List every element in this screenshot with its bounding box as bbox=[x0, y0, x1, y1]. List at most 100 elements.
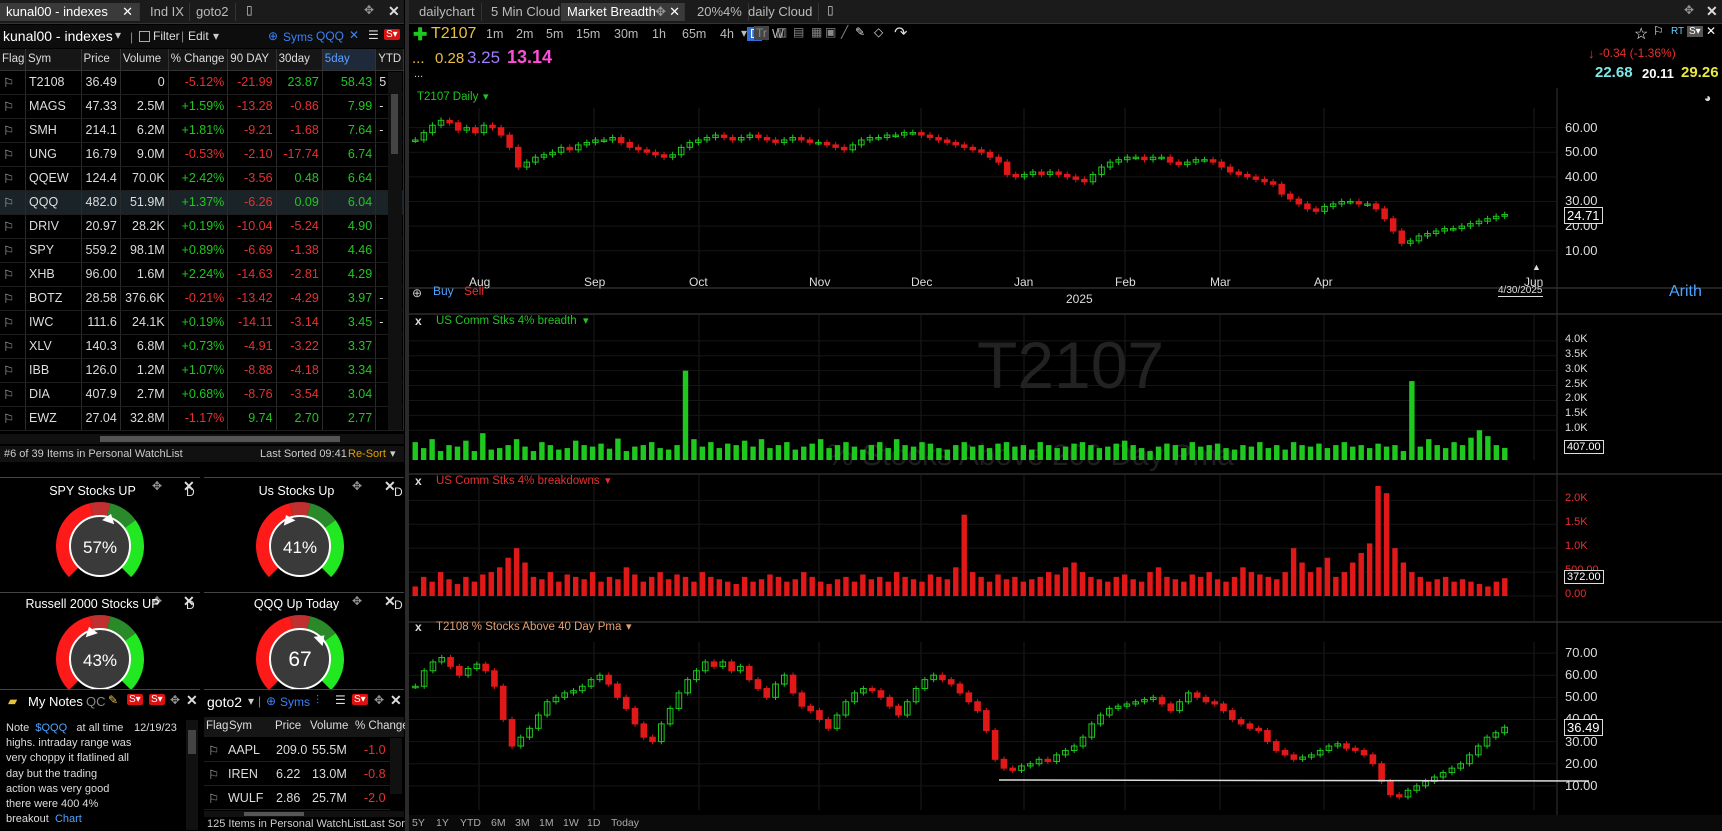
range-6m[interactable]: 6M bbox=[491, 817, 506, 829]
add-icon[interactable]: ⊕ bbox=[268, 29, 278, 43]
tab-dailychart[interactable]: dailychart bbox=[413, 3, 482, 21]
range-today[interactable]: Today bbox=[611, 817, 639, 829]
syms-button[interactable]: Syms bbox=[280, 695, 310, 709]
scroll-thumb[interactable] bbox=[100, 436, 340, 442]
settings-icon[interactable]: ◕ bbox=[1704, 91, 1711, 105]
eraser-icon[interactable]: ◇ bbox=[874, 25, 883, 39]
goto2-scrollbar[interactable] bbox=[390, 738, 402, 794]
studies-icon[interactable]: ▤ bbox=[793, 25, 804, 39]
flag-icon[interactable]: ⚐ bbox=[3, 316, 14, 330]
column-header[interactable]: 30day bbox=[276, 49, 323, 71]
flag-icon[interactable]: ⚐ bbox=[3, 292, 14, 306]
tab-market-breadth[interactable]: Market Breadth ✥ ✕ bbox=[561, 3, 685, 21]
flag-icon[interactable]: ⚐ bbox=[3, 124, 14, 138]
flag-icon[interactable]: ⚐ bbox=[208, 767, 219, 782]
horizontal-scrollbar[interactable] bbox=[0, 434, 404, 444]
tab-5min-cloud[interactable]: 5 Min Cloud bbox=[485, 3, 568, 21]
range-1w[interactable]: 1W bbox=[563, 817, 579, 829]
table-row[interactable]: ⚐ EWZ 27.04 32.8M -1.17% 9.74 2.70 2.77 bbox=[0, 406, 404, 431]
range-3m[interactable]: 3M bbox=[515, 817, 530, 829]
table-row[interactable]: ⚐ BOTZ 28.58 376.6K -0.21% -13.42 -4.29 3.97- bbox=[0, 286, 404, 311]
tab-daily-cloud[interactable]: daily Cloud bbox=[742, 3, 820, 21]
menu-icon[interactable]: ☰ bbox=[335, 693, 346, 707]
panel3-title[interactable]: US Comm Stks 4% breakdowns bbox=[436, 475, 600, 487]
range-1d[interactable]: 1D bbox=[587, 817, 600, 829]
edit-menu[interactable]: Edit bbox=[188, 29, 209, 43]
scroll-thumb[interactable] bbox=[391, 94, 398, 154]
column-header[interactable]: % Change bbox=[168, 49, 229, 71]
close-icon[interactable]: ✕ bbox=[1706, 24, 1716, 38]
close-icon[interactable]: ✕ bbox=[122, 3, 133, 21]
table-row[interactable]: ⚐ IBB 126.0 1.2M +1.07% -8.88 -4.18 3.34 bbox=[0, 358, 404, 383]
table-row[interactable]: ⚐ IREN 6.22 13.0M -0.8 bbox=[204, 762, 390, 786]
close-panel-icon[interactable]: x bbox=[415, 474, 422, 488]
s-link-icon[interactable]: S▾ bbox=[384, 29, 400, 40]
flag-icon[interactable]: ⚐ bbox=[3, 76, 14, 90]
crosshair-icon[interactable]: ⊕ bbox=[412, 286, 422, 300]
drawing-icon[interactable]: Tr bbox=[754, 26, 769, 40]
chevron-down-icon[interactable]: ▾ bbox=[741, 26, 747, 40]
flag-icon[interactable]: ⚐ bbox=[3, 220, 14, 234]
table-row[interactable]: ⚐ XLV 140.3 6.8M +0.73% -4.91 -3.22 3.37 bbox=[0, 334, 404, 359]
tab-ind-ix[interactable]: Ind IX bbox=[144, 3, 190, 21]
table-row[interactable]: ⚐ MAGS 47.33 2.5M +1.59% -13.28 -0.86 7.99- bbox=[0, 94, 404, 119]
column-header[interactable]: Sym bbox=[229, 720, 252, 732]
support-line[interactable] bbox=[998, 779, 1590, 782]
filter-checkbox[interactable] bbox=[139, 31, 150, 42]
syms-button[interactable]: Syms bbox=[283, 30, 313, 44]
timeframe-1h[interactable]: 1h bbox=[649, 27, 669, 41]
column-header[interactable]: Flag bbox=[0, 49, 27, 71]
panel2-title[interactable]: US Comm Stks 4% breadth bbox=[436, 315, 577, 327]
notes-scrollbar[interactable] bbox=[186, 720, 198, 830]
flag-icon[interactable]: ⚐ bbox=[3, 100, 14, 114]
add-icon[interactable]: ⊕ bbox=[266, 694, 276, 708]
table-row[interactable]: ⚐ WULF 2.86 25.7M -2.0 bbox=[204, 786, 390, 810]
line-tool-icon[interactable]: ╱ bbox=[841, 25, 848, 39]
clear-icon[interactable]: ✕ bbox=[349, 28, 359, 42]
s-link-icon[interactable]: S▾ bbox=[1687, 26, 1703, 37]
move-icon[interactable]: ✥ bbox=[170, 693, 180, 707]
watchlist-name[interactable]: kunal00 - indexes bbox=[3, 28, 113, 44]
table-row[interactable]: ⚐ SMH 214.1 6.2M +1.81% -9.21 -1.68 7.64- bbox=[0, 118, 404, 143]
vertical-scrollbar[interactable] bbox=[388, 72, 402, 430]
calendar-icon[interactable]: ▣ bbox=[825, 25, 836, 39]
range-1y[interactable]: 1Y bbox=[436, 817, 449, 829]
filter-label[interactable]: Filter bbox=[153, 29, 180, 43]
chevron-down-icon[interactable]: ▾ bbox=[605, 474, 611, 487]
chevron-down-icon[interactable]: ▾ bbox=[390, 447, 396, 460]
move-icon[interactable]: ✥ bbox=[1684, 3, 1694, 17]
chevron-down-icon[interactable]: ▾ bbox=[483, 90, 489, 103]
pencil-icon[interactable]: ✎ bbox=[108, 693, 118, 707]
flag-icon[interactable]: ⚐ bbox=[3, 196, 14, 210]
new-tab-icon[interactable]: ▯ bbox=[827, 3, 834, 17]
column-header[interactable]: Sym bbox=[25, 49, 82, 71]
flag-icon[interactable]: ⚐ bbox=[3, 340, 14, 354]
star-icon[interactable]: ☆ bbox=[1634, 24, 1648, 44]
realtime-icon[interactable]: RT bbox=[1671, 26, 1684, 37]
column-header[interactable]: YTD bbox=[375, 49, 404, 71]
add-icon[interactable]: ✚ bbox=[413, 25, 427, 45]
table-row[interactable]: ⚐ AAPL 209.0 55.5M -1.0 bbox=[204, 738, 390, 762]
flag-icon[interactable]: ⚐ bbox=[3, 412, 14, 426]
close-icon[interactable]: ✕ bbox=[186, 692, 198, 709]
chevron-down-icon[interactable]: ▾ bbox=[213, 29, 219, 43]
ticker-link[interactable]: $QQQ bbox=[35, 722, 67, 734]
column-header[interactable]: Flag bbox=[206, 720, 228, 732]
table-row[interactable]: ⚐ QQQ 482.0 51.9M +1.37% -6.26 0.09 6.04 bbox=[0, 190, 404, 215]
flag-icon[interactable]: ⚐ bbox=[208, 743, 219, 758]
close-icon[interactable]: ✕ bbox=[669, 3, 680, 21]
timeframe-30m[interactable]: 30m bbox=[611, 27, 641, 41]
table-row[interactable]: ⚐ XHB 96.00 1.6M +2.24% -14.63 -2.81 4.29 bbox=[0, 262, 404, 287]
s-link-icon[interactable]: S▾ bbox=[149, 694, 165, 705]
layout-icon[interactable]: ▦ bbox=[811, 25, 822, 39]
column-header[interactable]: 90 DAY bbox=[227, 49, 277, 71]
timeframe-1m[interactable]: 1m bbox=[483, 27, 506, 41]
flag-icon[interactable]: ⚐ bbox=[3, 388, 14, 402]
new-tab-icon[interactable]: ▯ bbox=[246, 3, 253, 17]
pencil-icon[interactable]: ✎ bbox=[855, 25, 865, 39]
timeframe-4h[interactable]: 4h bbox=[717, 27, 737, 41]
goto2-title[interactable]: goto2 bbox=[207, 694, 242, 710]
tab-20-4[interactable]: 20%4% bbox=[691, 3, 749, 21]
table-row[interactable]: ⚐ UNG 16.79 9.0M -0.53% -2.10 -17.74 6.74 bbox=[0, 142, 404, 167]
close-window-icon[interactable]: ✕ bbox=[388, 3, 400, 20]
